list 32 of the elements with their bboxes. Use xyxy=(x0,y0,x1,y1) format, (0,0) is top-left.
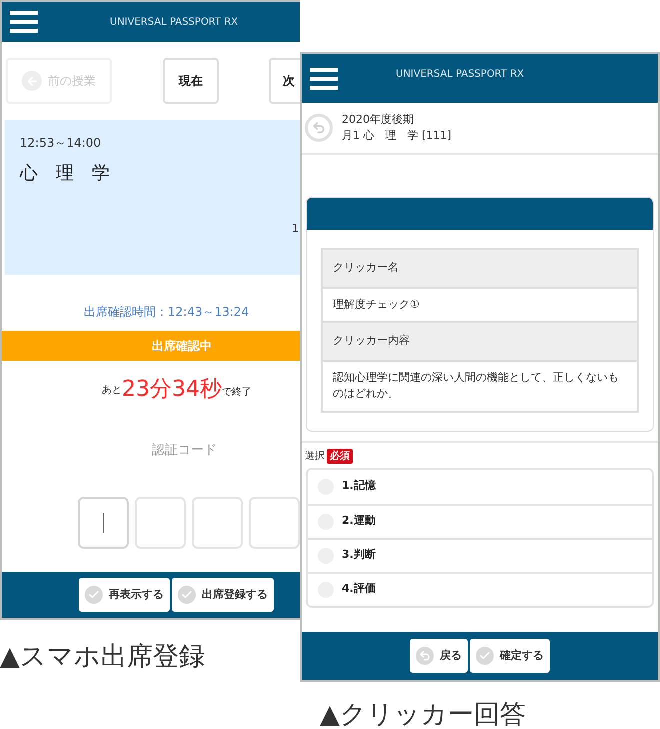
app-title: UNIVERSAL PASSPORT RX xyxy=(396,68,524,82)
code-label: 認証コード xyxy=(152,442,217,460)
status-banner: 出席確認中 xyxy=(2,331,300,361)
footer-button[interactable]: 出席登録する xyxy=(172,578,274,612)
required-badge: 必須 xyxy=(327,448,353,464)
detail-label: クリッカー名 xyxy=(323,250,637,286)
code-input[interactable] xyxy=(135,496,186,548)
code-input[interactable] xyxy=(78,496,129,548)
check-icon xyxy=(178,586,196,604)
check-icon xyxy=(476,647,494,665)
lesson-time: 12:53～14:00 xyxy=(20,135,102,152)
app-title: UNIVERSAL PASSPORT RX xyxy=(110,16,238,30)
term-text: 2020年度後期 xyxy=(342,112,414,128)
check-icon xyxy=(85,586,103,604)
nav-button[interactable]: 現在 xyxy=(163,58,219,104)
caption: ▲クリッカー回答 xyxy=(320,699,526,729)
menu-icon[interactable] xyxy=(10,11,38,33)
footer-button[interactable]: 確定する xyxy=(470,639,550,673)
choice-label: 選択 xyxy=(305,450,325,464)
menu-icon[interactable] xyxy=(310,68,338,90)
option-row[interactable]: 4.評価 xyxy=(308,572,652,606)
check-period: 出席確認時間：12:43～13:24 xyxy=(84,304,250,321)
lesson-name: 心 理 学 xyxy=(20,162,110,186)
footer-button[interactable]: 再表示する xyxy=(79,578,170,612)
back-icon xyxy=(416,647,434,665)
lesson-info: 1 xyxy=(292,221,299,237)
footer-button[interactable]: 戻る xyxy=(410,639,468,673)
back-icon[interactable] xyxy=(305,114,333,142)
course-text: 月1 心 理 学 [111] xyxy=(342,128,452,144)
detail-label: クリッカー内容 xyxy=(323,321,637,360)
code-input[interactable] xyxy=(192,496,243,548)
caption: ▲スマホ出席登録 xyxy=(0,641,205,674)
